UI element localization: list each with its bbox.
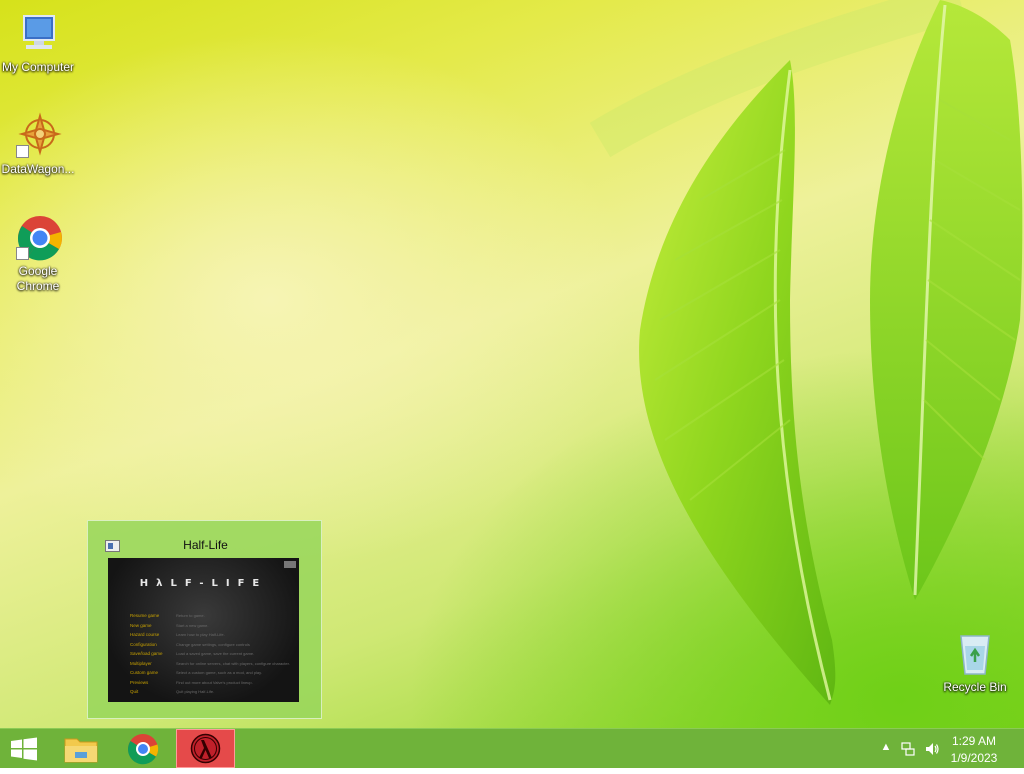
clock-time[interactable]: 1:29 AM <box>944 734 1004 748</box>
menu-item: Hazard course Learn how to play Half-Life… <box>130 632 225 642</box>
menu-item-label: New game <box>130 622 152 628</box>
taskbar-half-life[interactable] <box>176 729 235 768</box>
desktop-icon-my-computer[interactable]: My Computer <box>0 10 76 75</box>
menu-item-desc: Start a new game. <box>176 622 209 628</box>
menu-item: Custom game Select a custom game, such as… <box>130 670 262 680</box>
menu-item: Resume game Return to game. <box>130 613 205 623</box>
desktop: My Computer DataWagon... Google Chrome R… <box>0 0 1024 728</box>
window-controls-icon <box>284 561 296 568</box>
desktop-icon-datawagon[interactable]: DataWagon... <box>0 112 76 177</box>
desktop-icon-label: Recycle Bin <box>943 680 1007 694</box>
menu-item: Save/load game Load a saved game, save th… <box>130 651 254 661</box>
menu-item-label: Configuration <box>130 641 157 647</box>
menu-item-desc: Search for online servers, chat with pla… <box>176 660 290 666</box>
menu-item-desc: Change game settings, configure controls <box>176 641 250 647</box>
datawagon-icon <box>14 112 62 160</box>
menu-item-desc: Load a saved game, save the current game… <box>176 651 255 656</box>
menu-item: Multiplayer Search for online servers, ch… <box>130 660 290 671</box>
my-computer-icon <box>14 10 62 58</box>
desktop-icon-label: DataWagon... <box>1 162 75 176</box>
shortcut-arrow-icon <box>16 247 29 260</box>
menu-item-desc: Find out more about Valve's product line… <box>176 679 253 685</box>
system-tray: ▲ 1:29 AM 1/9/2023 <box>864 729 1024 769</box>
clock-date[interactable]: 1/9/2023 <box>944 751 1004 765</box>
menu-item: Quit Quit playing Half-Life. <box>130 689 214 699</box>
start-button[interactable] <box>0 729 48 769</box>
taskbar-file-explorer[interactable] <box>56 729 106 769</box>
taskbar-thumbnail-preview[interactable]: Half-Life HλLF-LIFE Resume game Return to… <box>87 520 322 719</box>
menu-item: Previews Find out more about Valve's prod… <box>130 679 253 690</box>
folder-icon <box>64 738 98 763</box>
recycle-bin-icon <box>951 630 999 678</box>
chrome-icon <box>14 214 62 262</box>
menu-item-label: Save/load game <box>130 651 163 656</box>
desktop-icon-recycle-bin[interactable]: Recycle Bin <box>937 630 1013 695</box>
show-hidden-icons-icon[interactable]: ▲ <box>878 741 894 757</box>
desktop-icon-label: Google Chrome <box>16 264 60 293</box>
menu-item-desc: Quit playing Half-Life. <box>176 689 215 694</box>
menu-item: New game Start a new game. <box>130 622 208 633</box>
windows-start-icon <box>11 737 37 761</box>
menu-item-label: Multiplayer <box>130 660 152 666</box>
menu-item-label: Custom game <box>130 670 159 675</box>
taskbar-google-chrome[interactable] <box>118 729 168 769</box>
desktop-icon-google-chrome[interactable]: Google Chrome <box>0 214 76 294</box>
menu-item-label: Previews <box>130 679 149 685</box>
menu-item-desc: Select a custom game, such as a mod, and… <box>176 670 262 675</box>
window-preview[interactable]: HλLF-LIFE Resume game Return to game. New… <box>108 558 299 702</box>
shortcut-arrow-icon <box>16 145 29 158</box>
menu-item-label: Resume game <box>130 613 160 618</box>
menu-item-label: Quit <box>130 689 139 694</box>
game-menu: Resume game Return to game. New game Start… <box>130 613 290 699</box>
desktop-icon-label: My Computer <box>1 60 75 74</box>
taskbar: ▲ 1:29 AM 1/9/2023 <box>0 728 1024 768</box>
menu-item: Configuration Change game settings, confi… <box>130 641 250 652</box>
menu-item-desc: Return to game. <box>176 613 205 618</box>
network-icon[interactable] <box>900 741 916 757</box>
half-life-logo: HλLF-LIFE <box>139 578 268 589</box>
chrome-icon <box>127 734 159 765</box>
half-life-icon <box>190 733 221 764</box>
thumbnail-title: Half-Life <box>183 538 228 552</box>
menu-item-label: Hazard course <box>130 632 160 637</box>
menu-item-desc: Learn how to play Half-Life. <box>176 632 225 637</box>
volume-icon[interactable] <box>924 741 940 757</box>
